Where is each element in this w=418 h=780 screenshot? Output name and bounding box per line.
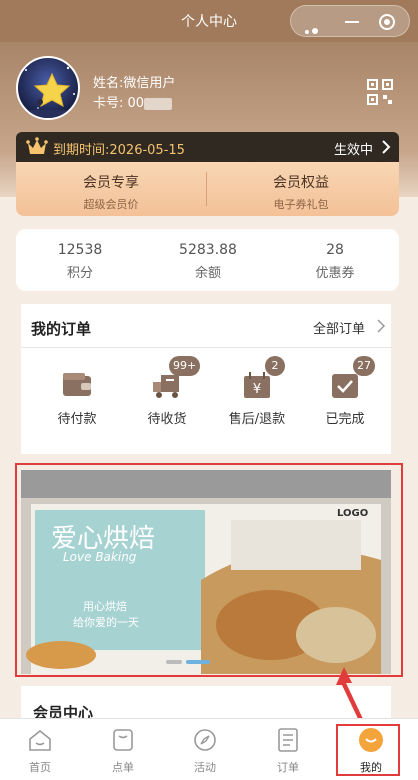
yen-bag-icon: ¥ 2 <box>241 356 285 400</box>
points-stat[interactable]: 12538 积分 <box>16 242 144 281</box>
membership-status: 生效中 <box>333 143 373 158</box>
order-completed[interactable]: 27 已完成 <box>299 356 391 427</box>
member-exclusive-sub: 超级会员价 <box>83 198 139 211</box>
tab-orders[interactable]: 订单 <box>258 727 318 775</box>
membership-status-bar[interactable]: 到期时间:2026-05-15 生效中 <box>16 132 399 162</box>
orders-title: 我的订单 <box>31 320 92 338</box>
tab-home[interactable]: 首页 <box>10 727 70 775</box>
balance-stat[interactable]: 5283.88 余额 <box>144 242 272 281</box>
badge-count: 2 <box>265 356 285 376</box>
svg-text:¥: ¥ <box>253 382 261 397</box>
home-icon <box>29 729 51 751</box>
coupons-label: 优惠券 <box>315 266 355 281</box>
tab-order[interactable]: 点单 <box>93 727 153 775</box>
member-benefits-label: 会员权益 <box>273 175 329 191</box>
wallet-icon <box>61 370 93 400</box>
user-card-number: 卡号: 00 <box>93 92 173 111</box>
all-orders-link[interactable]: 全部订单 <box>313 318 365 337</box>
order-completed-label: 已完成 <box>325 412 365 427</box>
member-benefits-button[interactable]: 会员权益 电子券礼包 <box>206 172 396 212</box>
member-benefits-sub: 电子券礼包 <box>273 198 329 211</box>
badge-count: 99+ <box>169 356 201 376</box>
member-exclusive-button[interactable]: 会员专享 超级会员价 <box>16 172 206 212</box>
card-number-mask <box>144 97 173 110</box>
chevron-right-icon <box>382 140 391 154</box>
order-pending-payment[interactable]: 待付款 <box>31 370 123 427</box>
card-number-label: 卡号: 00 <box>93 96 145 111</box>
member-exclusive-label: 会员专享 <box>83 175 139 191</box>
coupons-stat[interactable]: 28 优惠券 <box>271 242 399 281</box>
balance-label: 余额 <box>194 266 221 281</box>
balance-value: 5283.88 <box>179 242 237 258</box>
order-pending-payment-label: 待付款 <box>57 412 97 427</box>
minimize-icon[interactable] <box>345 21 359 23</box>
cup-icon <box>113 729 133 751</box>
order-pending-receipt[interactable]: 99+ 待收货 <box>121 356 213 427</box>
tab-activity-label: 活动 <box>194 761 216 774</box>
tab-activity[interactable]: 活动 <box>175 727 235 775</box>
list-icon <box>278 728 298 752</box>
badge-count: 27 <box>353 356 375 376</box>
membership-expiry: 到期时间:2026-05-15 <box>53 143 185 158</box>
banner-highlight-frame <box>15 463 403 677</box>
order-after-sales[interactable]: ¥ 2 售后/退款 <box>211 356 303 427</box>
truck-icon: 99+ <box>151 356 201 400</box>
membership-actions: 会员专享 超级会员价 会员权益 电子券礼包 <box>16 162 399 216</box>
my-orders-section: 我的订单 全部订单 待付款 99+ 待收货 ¥ 2 售后/退款 27 已完成 <box>21 304 391 454</box>
tab-orders-label: 订单 <box>277 761 299 774</box>
points-label: 积分 <box>66 266 93 281</box>
close-capsule-icon[interactable] <box>379 14 395 30</box>
check-box-icon: 27 <box>329 356 375 400</box>
crown-icon <box>26 137 48 154</box>
mini-program-capsule <box>290 5 410 53</box>
tab-order-label: 点单 <box>112 761 134 774</box>
order-pending-receipt-label: 待收货 <box>147 412 187 427</box>
user-name: 姓名:微信用户 <box>93 76 176 91</box>
avatar[interactable] <box>16 56 80 120</box>
chevron-right-icon <box>377 319 385 333</box>
coupons-value: 28 <box>326 242 344 258</box>
compass-icon <box>194 729 216 751</box>
points-value: 12538 <box>57 242 103 258</box>
tab-home-label: 首页 <box>29 761 51 774</box>
account-stats: 12538 积分 5283.88 余额 28 优惠券 <box>16 229 399 291</box>
tab-highlight-frame <box>336 724 400 776</box>
top-nav-bar: 个人中心 <box>0 0 418 53</box>
more-icon[interactable] <box>305 19 325 53</box>
orders-header: 我的订单 全部订单 <box>21 304 391 348</box>
order-after-sales-label: 售后/退款 <box>228 412 286 427</box>
qr-code-icon[interactable] <box>367 79 393 105</box>
